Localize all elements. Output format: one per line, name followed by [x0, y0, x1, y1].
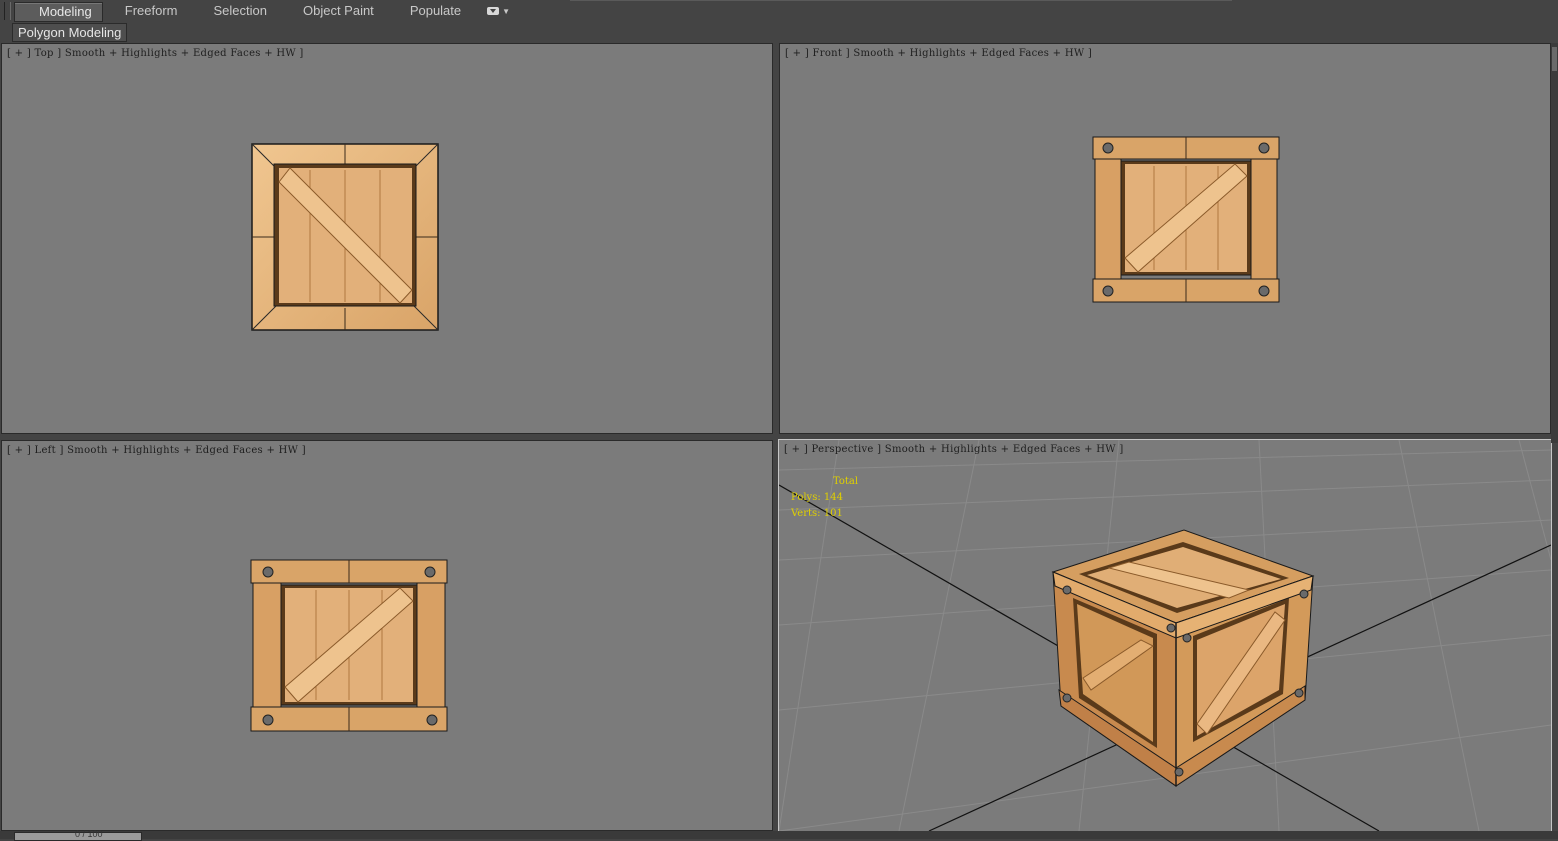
polygon-modeling-panel[interactable]: Polygon Modeling: [12, 23, 128, 42]
right-scrollbar[interactable]: [1551, 43, 1558, 443]
tab-populate[interactable]: Populate: [396, 2, 475, 20]
crate-top-view: [251, 143, 439, 331]
ribbon-options-icon: [487, 7, 500, 15]
crate-perspective-view: [1051, 529, 1315, 787]
stats-verts-value: 101: [823, 508, 843, 519]
viewport-perspective[interactable]: [ + ] Perspective ] Smooth + Highlights …: [778, 439, 1552, 832]
ribbon-grip[interactable]: [4, 2, 11, 20]
time-slider-frame: 0 / 100: [75, 829, 103, 839]
crate-front-view: [1092, 136, 1280, 303]
stats-verts-row: Verts: 101: [791, 506, 858, 522]
scene-statistics: Total Polys: 144 Verts: 101: [791, 474, 858, 522]
ribbon-bar: Modeling Freeform Selection Object Paint…: [0, 0, 1558, 23]
viewport-top[interactable]: [ + ] Top ] Smooth + Highlights + Edged …: [1, 43, 773, 434]
stats-verts-label: Verts:: [791, 508, 821, 519]
time-slider[interactable]: 0 / 100: [14, 829, 142, 841]
viewport-label-front[interactable]: [ + ] Front ] Smooth + Highlights + Edge…: [785, 48, 1092, 59]
chevron-down-icon: ▼: [502, 6, 511, 16]
crate-left-view: [250, 559, 448, 732]
viewport-label-perspective[interactable]: [ + ] Perspective ] Smooth + Highlights …: [784, 444, 1124, 455]
stats-polys-label: Polys:: [791, 492, 821, 503]
viewport-left[interactable]: [ + ] Left ] Smooth + Highlights + Edged…: [1, 440, 773, 831]
ribbon-divider: [570, 0, 1232, 1]
stats-polys-row: Polys: 144: [791, 490, 858, 506]
ribbon-options-dropdown-icon[interactable]: ▼: [483, 2, 514, 20]
viewport-front[interactable]: [ + ] Front ] Smooth + Highlights + Edge…: [779, 43, 1551, 434]
viewport-label-top[interactable]: [ + ] Top ] Smooth + Highlights + Edged …: [7, 48, 304, 59]
scrollbar-thumb[interactable]: [1552, 47, 1557, 71]
ribbon-tabs: Modeling Freeform Selection Object Paint…: [14, 2, 514, 22]
tab-freeform[interactable]: Freeform: [111, 2, 192, 20]
tab-modeling[interactable]: Modeling: [14, 2, 103, 22]
viewport-label-left[interactable]: [ + ] Left ] Smooth + Highlights + Edged…: [7, 445, 306, 456]
stats-polys-value: 144: [823, 492, 843, 503]
ribbon-panel-bar: Polygon Modeling: [0, 22, 1558, 42]
tab-object-paint[interactable]: Object Paint: [289, 2, 388, 20]
stats-total-label: Total: [833, 476, 859, 487]
tab-selection[interactable]: Selection: [200, 2, 281, 20]
timeline-bar: 0 / 100: [0, 829, 1558, 841]
